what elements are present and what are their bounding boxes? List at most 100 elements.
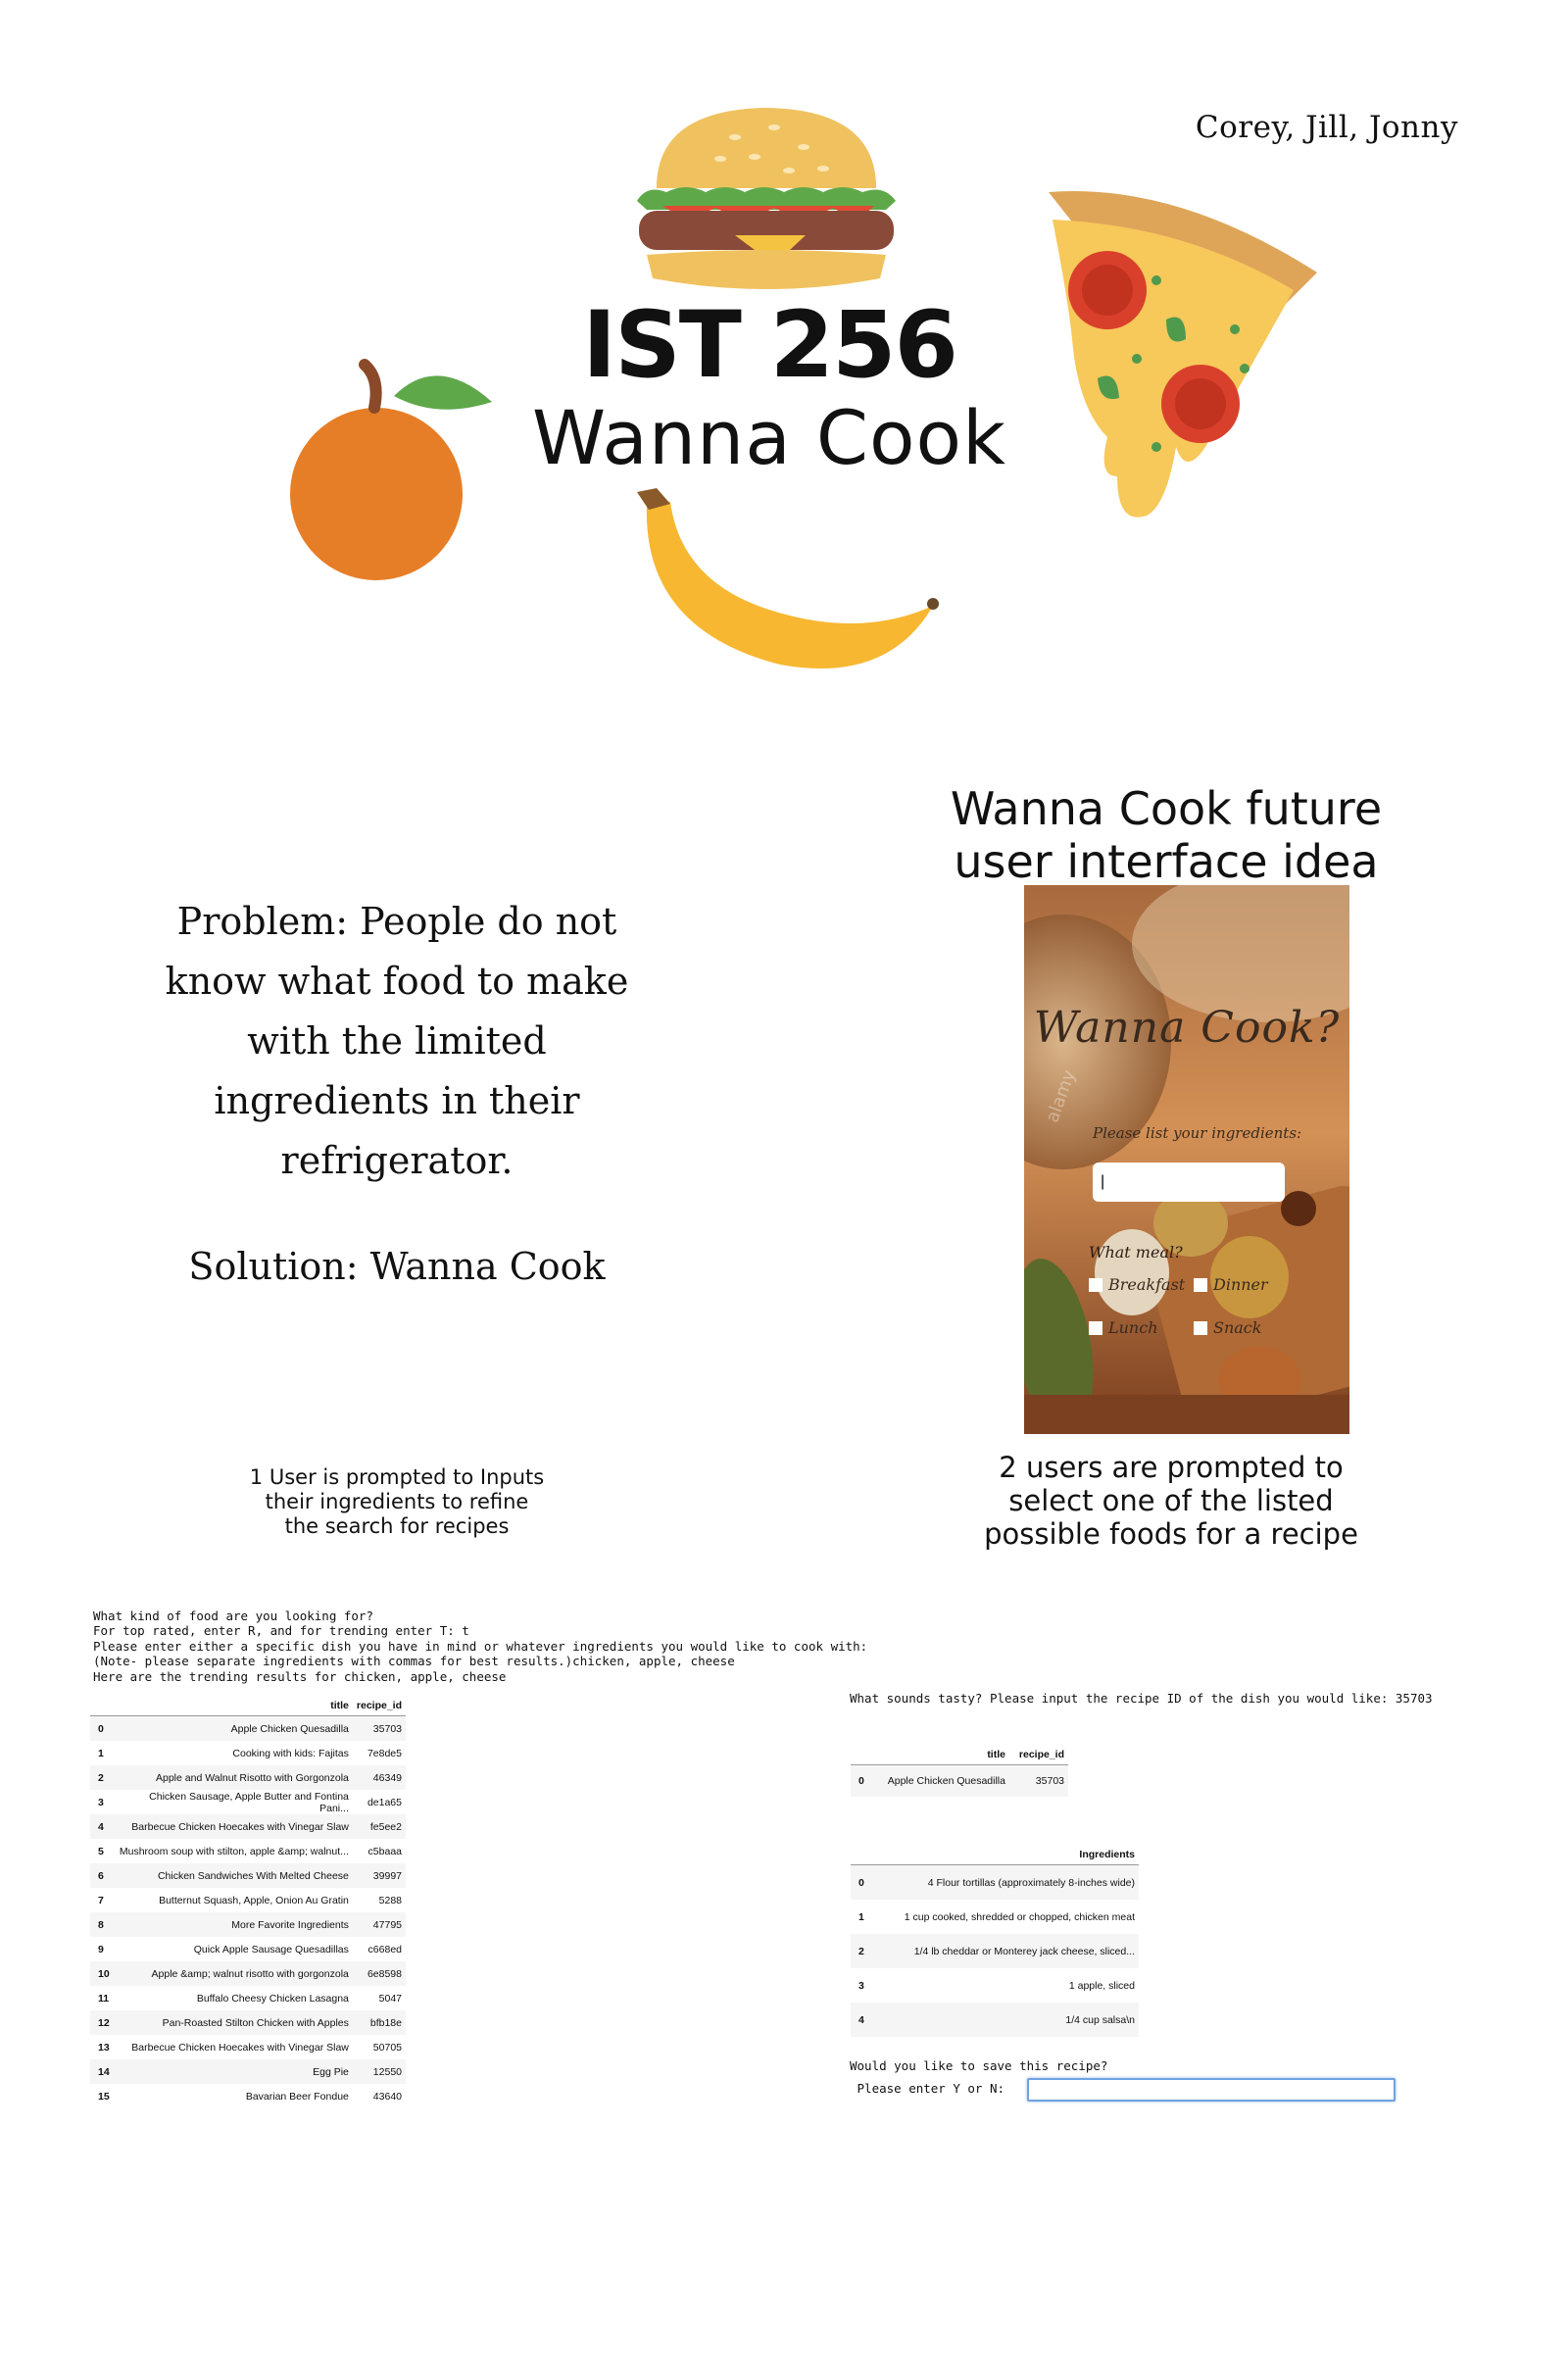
table-row: 15 Bavarian Beer Fondue 43640 [90,2084,406,2108]
ingredients-table-body: 04 Flour tortillas (approximately 8-inch… [851,1864,1139,2037]
recipe-id-cell: de1a65 [367,1796,402,1808]
recipe-id-cell: 6e8598 [352,1961,406,1986]
ui-idea-title: Wanna Cook future user interface idea [921,782,1411,888]
checkbox[interactable] [1089,1320,1102,1335]
table-row: 14 Egg Pie 12550 [90,2059,406,2084]
banana-icon [637,488,939,668]
course-title: IST 256 [582,292,958,399]
solution-statement: Solution: Wanna Cook [188,1245,606,1288]
recipe-id-cell: 5288 [378,1894,402,1906]
mockup-option-label: Lunch [1108,1318,1158,1337]
problem-line: with the limited [247,1019,547,1063]
recipe-title-cell: Bavarian Beer Fondue [245,2090,349,2103]
column-header: title [113,1696,353,1716]
save-prompt: Would you like to save this recipe? [850,2058,1108,2073]
mockup-option-lunch[interactable]: Lunch [1089,1318,1158,1337]
save-recipe-input[interactable] [1027,2078,1396,2102]
mockup-option-breakfast[interactable]: Breakfast [1089,1275,1185,1294]
recipe-id-cell: 35703 [1008,1764,1068,1797]
ingredient-cell: 1 apple, sliced [1068,1979,1135,1992]
console-line: Please enter either a specific dish you … [93,1638,868,1654]
row-index: 2 [90,1765,114,1790]
recipe-id-cell: c668ed [368,1943,402,1955]
app-name: Wanna Cook [532,394,1006,481]
row-index: 1 [98,1747,104,1759]
row-index: 11 [98,1992,110,2005]
checkbox[interactable] [1089,1277,1102,1292]
mockup-option-label: Snack [1213,1318,1262,1337]
table-row: 10 Apple &amp; walnut risotto with gorgon… [90,1961,406,1986]
table-row: 3 Chicken Sausage, Apple Butter and Fonti… [90,1790,406,1814]
table-row: 7 Butternut Squash, Apple, Onion Au Grati… [90,1888,406,1912]
recipe-id-cell: c5baaa [368,1845,402,1857]
row-index: 13 [98,2041,110,2054]
caption-line: the search for recipes [284,1514,510,1538]
ingredient-cell: 1 cup cooked, shredded or chopped, chick… [904,1910,1135,1923]
row-index: 6 [90,1863,114,1888]
table-row: 0 Apple Chicken Quesadilla 35703 [90,1715,406,1741]
recipe-title-cell: Apple and Walnut Risotto with Gorgonzola [113,1765,353,1790]
caption-step-1: 1 User is prompted to Inputs their ingre… [216,1465,578,1539]
recipe-title-cell: Apple Chicken Quesadilla [869,1764,1009,1797]
mockup-option-dinner[interactable]: Dinner [1194,1275,1268,1294]
recipe-title-cell: Apple &amp; walnut risotto with gorgonzo… [113,1961,353,1986]
checkbox[interactable] [1194,1320,1207,1335]
table-header-row: Ingredients [851,1845,1139,1865]
index-header [851,1745,870,1765]
caption-line: their ingredients to refine [265,1490,529,1513]
row-index: 5 [98,1845,104,1857]
chosen-recipe-table: title recipe_id 0 Apple Chicken Quesadil… [851,1745,1068,1797]
console-line: What kind of food are you looking for? [93,1608,373,1623]
table-row: 9 Quick Apple Sausage Quesadillas c668ed [90,1937,406,1961]
recipe-id-cell: 46349 [352,1765,406,1790]
recipe-title-cell: Chicken Sandwiches With Melted Cheese [113,1863,353,1888]
row-index: 8 [90,1912,114,1937]
problem-line: know what food to make [165,960,629,1003]
recipe-id-cell: 39997 [352,1863,406,1888]
burger-icon [637,108,896,289]
table-row: 2 Apple and Walnut Risotto with Gorgonzol… [90,1765,406,1790]
problem-statement: Problem: People do not know what food to… [157,892,637,1191]
ingredient-cell: 1/4 lb cheddar or Monterey jack cheese, … [870,1934,1139,1968]
recipe-id-cell: 35703 [352,1715,406,1741]
ui-mockup: Wanna Cook? alamy Please list your ingre… [1024,885,1349,1434]
recipe-title-cell: Quick Apple Sausage Quesadillas [193,1943,349,1955]
recipe-title-cell: Pan-Roasted Stilton Chicken with Apples [113,2010,353,2035]
caption-step-2: 2 users are prompted to select one of th… [956,1451,1387,1551]
results-table-body: 0 Apple Chicken Quesadilla 35703 1 Cooking w… [90,1715,406,2109]
row-index: 1 [858,1910,864,1923]
mockup-title: Wanna Cook? [1033,1003,1341,1053]
mockup-background-image [1024,885,1349,1434]
console-line: (Note- please separate ingredients with … [93,1654,735,1668]
row-index: 3 [98,1796,104,1808]
save-input-label: Please enter Y or N: [850,2081,1005,2096]
mockup-meal-label: What meal? [1089,1243,1183,1262]
table-row: 0 Apple Chicken Quesadilla 35703 [851,1764,1068,1797]
recipe-title-cell: Barbecue Chicken Hoecakes with Vinegar S… [113,1814,353,1839]
row-index: 12 [90,2010,114,2035]
recipe-title-cell: Mushroom soup with stilton, apple &amp; … [119,1845,349,1857]
row-index: 2 [851,1934,871,1968]
table-row: 5 Mushroom soup with stilton, apple &amp;… [90,1839,406,1863]
row-index: 4 [90,1814,114,1839]
recipe-title-cell: Barbecue Chicken Hoecakes with Vinegar S… [131,2041,349,2054]
table-row: 11 Buffalo Cheesy Chicken Lasagna 5047 [90,1986,406,2010]
row-index: 0 [90,1715,114,1741]
recipe-title-cell: Cooking with kids: Fajitas [232,1747,349,1759]
console-line: Here are the trending results for chicke… [93,1668,507,1684]
row-index: 15 [98,2090,110,2103]
recipe-title-cell: Butternut Squash, Apple, Onion Au Gratin [159,1894,349,1906]
checkbox[interactable] [1194,1277,1207,1292]
mockup-option-label: Breakfast [1108,1275,1186,1294]
recipe-id-cell: 50705 [372,2041,402,2054]
mockup-option-label: Dinner [1213,1275,1268,1294]
column-header: recipe_id [1008,1745,1068,1765]
mockup-ingredients-input[interactable] [1093,1163,1285,1202]
caption-line: possible foods for a recipe [984,1517,1358,1551]
recipe-id-cell: 43640 [372,2090,402,2103]
caption-line: 1 User is prompted to Inputs [249,1465,545,1489]
row-index: 10 [90,1961,114,1986]
column-header: recipe_id [352,1696,406,1716]
authors: Corey, Jill, Jonny [1195,110,1458,145]
mockup-option-snack[interactable]: Snack [1194,1318,1261,1337]
